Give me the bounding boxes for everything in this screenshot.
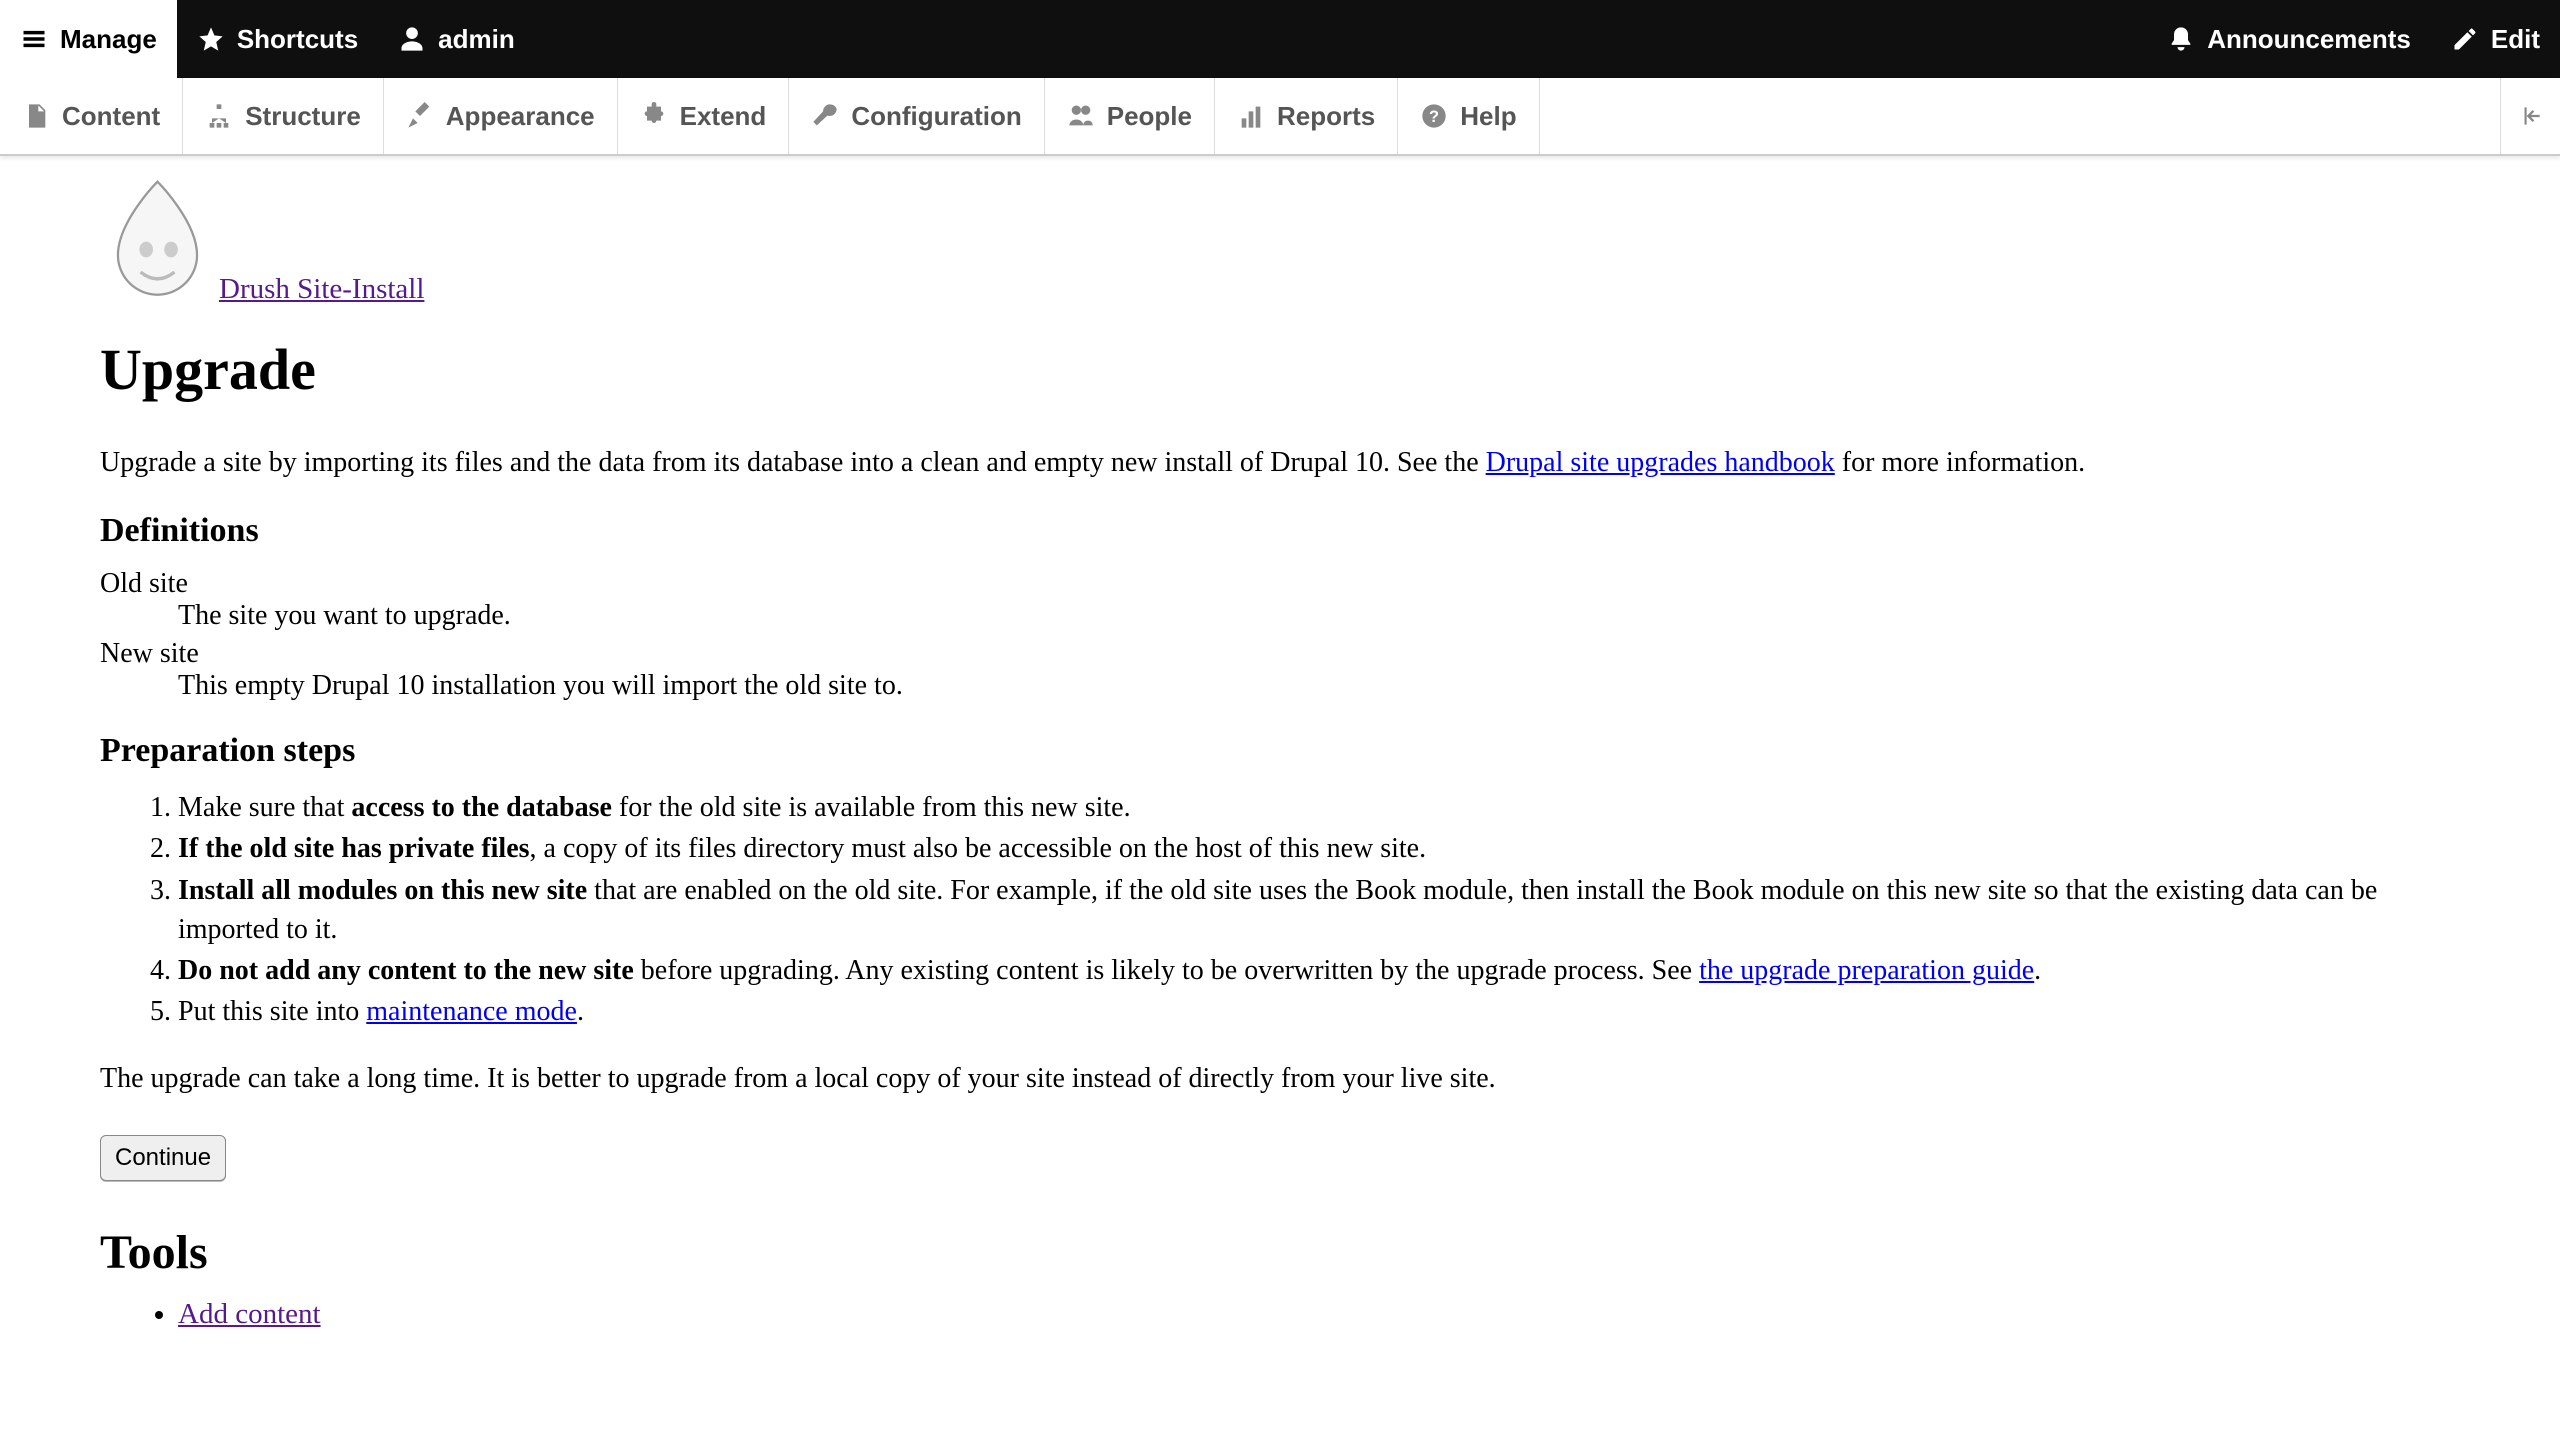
page-title: Upgrade xyxy=(100,336,2460,403)
step-3: Install all modules on this new site tha… xyxy=(178,871,2460,949)
user-label: admin xyxy=(438,24,515,55)
preparation-steps: Make sure that access to the database fo… xyxy=(178,788,2460,1031)
tools-list: Add content xyxy=(178,1298,2460,1331)
edit-label: Edit xyxy=(2491,24,2540,55)
handbook-link[interactable]: Drupal site upgrades handbook xyxy=(1486,447,1835,478)
add-content-link[interactable]: Add content xyxy=(178,1298,321,1330)
hamburger-icon xyxy=(20,25,48,53)
step-2: If the old site has private files, a cop… xyxy=(178,829,2460,868)
nav-reports[interactable]: Reports xyxy=(1215,78,1398,154)
nav-structure[interactable]: Structure xyxy=(183,78,384,154)
hierarchy-icon xyxy=(205,102,233,130)
help-icon: ? xyxy=(1420,102,1448,130)
wrench-icon xyxy=(811,102,839,130)
collapse-icon xyxy=(2518,103,2544,129)
nav-reports-label: Reports xyxy=(1277,101,1375,132)
step-1: Make sure that access to the database fo… xyxy=(178,788,2460,827)
step-4: Do not add any content to the new site b… xyxy=(178,951,2460,990)
adminbar-spacer xyxy=(1540,78,2500,154)
nav-people-label: People xyxy=(1107,101,1192,132)
announcements-button[interactable]: Announcements xyxy=(2147,0,2431,78)
paintbrush-icon xyxy=(406,102,434,130)
pencil-icon xyxy=(2451,25,2479,53)
nav-content-label: Content xyxy=(62,101,160,132)
intro-text-suffix: for more information. xyxy=(1835,447,2085,478)
user-menu-button[interactable]: admin xyxy=(378,0,535,78)
tool-item: Add content xyxy=(178,1298,2460,1331)
continue-button[interactable]: Continue xyxy=(100,1135,226,1181)
shortcuts-button[interactable]: Shortcuts xyxy=(177,0,378,78)
intro-paragraph: Upgrade a site by importing its files an… xyxy=(100,443,2460,482)
shortcuts-label: Shortcuts xyxy=(237,24,358,55)
nav-help[interactable]: ? Help xyxy=(1398,78,1539,154)
manage-button[interactable]: Manage xyxy=(0,0,177,78)
def-old-site-desc: The site you want to upgrade. xyxy=(178,600,2460,632)
def-new-site-desc: This empty Drupal 10 installation you wi… xyxy=(178,670,2460,702)
user-icon xyxy=(398,25,426,53)
intro-text-prefix: Upgrade a site by importing its files an… xyxy=(100,447,1486,478)
bar-chart-icon xyxy=(1237,102,1265,130)
star-icon xyxy=(197,25,225,53)
edit-button[interactable]: Edit xyxy=(2431,0,2560,78)
site-brand: Drush Site-Install xyxy=(100,176,2460,306)
manage-label: Manage xyxy=(60,24,157,55)
bell-icon xyxy=(2167,25,2195,53)
page-content: Drush Site-Install Upgrade Upgrade a sit… xyxy=(0,156,2560,1371)
nav-extend[interactable]: Extend xyxy=(618,78,790,154)
nav-people[interactable]: People xyxy=(1045,78,1215,154)
admin-menu-bar: Content Structure Appearance Extend Conf… xyxy=(0,78,2560,156)
nav-configuration-label: Configuration xyxy=(851,101,1021,132)
upgrade-prep-guide-link[interactable]: the upgrade preparation guide xyxy=(1699,955,2034,986)
people-icon xyxy=(1067,102,1095,130)
puzzle-icon xyxy=(640,102,668,130)
nav-appearance[interactable]: Appearance xyxy=(384,78,618,154)
definitions-heading: Definitions xyxy=(100,512,2460,550)
maintenance-mode-link[interactable]: maintenance mode xyxy=(366,996,577,1027)
def-old-site-term: Old site xyxy=(100,568,2460,600)
drupal-logo-icon xyxy=(100,176,215,306)
nav-content[interactable]: Content xyxy=(0,78,183,154)
document-icon xyxy=(22,102,50,130)
nav-structure-label: Structure xyxy=(245,101,361,132)
toolbar-spacer xyxy=(535,0,2147,78)
nav-appearance-label: Appearance xyxy=(446,101,595,132)
nav-extend-label: Extend xyxy=(680,101,767,132)
nav-configuration[interactable]: Configuration xyxy=(789,78,1044,154)
nav-help-label: Help xyxy=(1460,101,1516,132)
def-new-site-term: New site xyxy=(100,638,2460,670)
tools-heading: Tools xyxy=(100,1225,2460,1280)
toolbar-top: Manage Shortcuts admin Announcements Edi… xyxy=(0,0,2560,78)
upgrade-note: The upgrade can take a long time. It is … xyxy=(100,1059,2460,1098)
announcements-label: Announcements xyxy=(2207,24,2411,55)
definitions-list: Old site The site you want to upgrade. N… xyxy=(100,568,2460,702)
step-5: Put this site into maintenance mode. xyxy=(178,992,2460,1031)
preparation-heading: Preparation steps xyxy=(100,732,2460,770)
collapse-toolbar-button[interactable] xyxy=(2500,78,2560,154)
site-name-link[interactable]: Drush Site-Install xyxy=(219,273,424,306)
svg-text:?: ? xyxy=(1429,108,1439,126)
